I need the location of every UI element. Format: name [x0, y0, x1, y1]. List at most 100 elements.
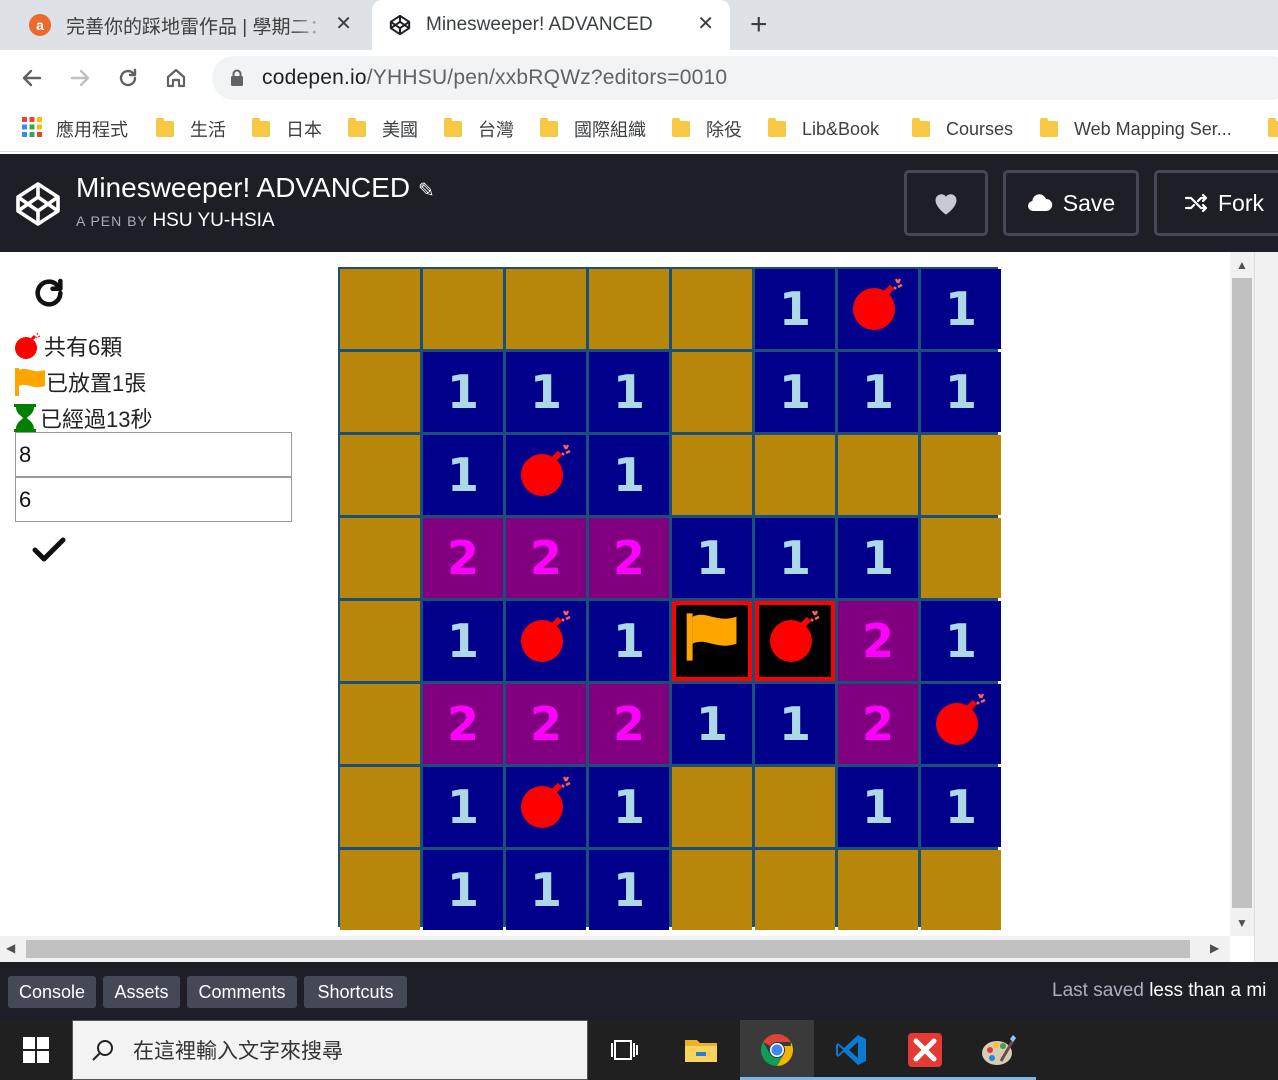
horizontal-scrollbar[interactable]: ◀ ▶ — [0, 936, 1230, 962]
board-cell-hidden[interactable] — [672, 435, 752, 515]
board-cell-number[interactable]: 1 — [589, 601, 669, 681]
board-cell-number[interactable]: 1 — [755, 269, 835, 349]
bookmark-folder[interactable]: 除役 — [672, 116, 742, 142]
board-cell-number[interactable]: 1 — [589, 767, 669, 847]
console-button[interactable]: Console — [8, 976, 96, 1008]
board-cell-hidden[interactable] — [672, 850, 752, 930]
tab-close-icon[interactable]: ✕ — [335, 14, 352, 34]
pen-author[interactable]: HSU YU-HSIA — [152, 210, 274, 231]
vscode-icon[interactable] — [814, 1020, 888, 1080]
board-cell-hidden[interactable] — [423, 269, 503, 349]
bookmark-overflow[interactable] — [1268, 116, 1278, 142]
home-icon[interactable] — [162, 64, 190, 92]
board-cell-number[interactable]: 1 — [838, 767, 918, 847]
new-tab-button[interactable]: + — [750, 8, 768, 42]
board-cell-hidden[interactable] — [506, 269, 586, 349]
bookmark-folder[interactable]: Courses — [912, 116, 1013, 142]
edit-pencil-icon[interactable]: ✎ — [418, 180, 435, 202]
address-bar[interactable]: codepen.io/YHHSU/pen/xxbRQWz?editors=001… — [212, 56, 1278, 100]
board-cell-hidden[interactable] — [340, 601, 420, 681]
board-cell-number[interactable]: 1 — [506, 352, 586, 432]
bookmark-folder[interactable]: 生活 — [156, 116, 226, 142]
pen-title[interactable]: Minesweeper! ADVANCED ✎ — [76, 172, 435, 204]
board-cell-hidden[interactable] — [921, 518, 1001, 598]
bookmark-folder[interactable]: 美國 — [348, 116, 418, 142]
board-cell-mine[interactable] — [838, 269, 918, 349]
board-cell-number[interactable]: 1 — [838, 352, 918, 432]
save-button[interactable]: Save — [1003, 170, 1139, 236]
board-cell-number[interactable]: 1 — [921, 767, 1001, 847]
board-cell-number[interactable]: 1 — [755, 684, 835, 764]
scroll-down-arrow-icon[interactable]: ▼ — [1236, 916, 1248, 930]
board-cell-hidden[interactable] — [340, 435, 420, 515]
board-cell-hidden[interactable] — [340, 850, 420, 930]
board-cell-hidden[interactable] — [340, 767, 420, 847]
board-cell-number[interactable]: 1 — [506, 850, 586, 930]
board-cell-hidden[interactable] — [755, 767, 835, 847]
board-cell-mine[interactable] — [506, 435, 586, 515]
scroll-left-arrow-icon[interactable]: ◀ — [6, 941, 15, 955]
board-cell-hidden[interactable] — [838, 850, 918, 930]
reload-icon[interactable] — [114, 64, 142, 92]
board-cell-mine[interactable] — [506, 767, 586, 847]
board-cell-number[interactable]: 2 — [589, 684, 669, 764]
board-cell-hidden[interactable] — [921, 435, 1001, 515]
board-cell-number[interactable]: 1 — [423, 435, 503, 515]
board-cell-number[interactable]: 1 — [423, 767, 503, 847]
board-cell-hidden[interactable] — [672, 352, 752, 432]
board-cell-number[interactable]: 1 — [672, 518, 752, 598]
board-cell-number[interactable]: 2 — [589, 518, 669, 598]
board-cell-flagged[interactable] — [672, 601, 752, 681]
scrollbar-thumb[interactable] — [1232, 278, 1252, 908]
board-cell-hidden[interactable] — [340, 684, 420, 764]
bookmark-folder[interactable]: 日本 — [252, 116, 322, 142]
board-cell-number[interactable]: 1 — [755, 352, 835, 432]
board-cell-number[interactable]: 1 — [755, 518, 835, 598]
restart-icon[interactable] — [32, 276, 66, 315]
resize-gutter[interactable] — [1254, 252, 1278, 962]
board-cell-mine[interactable] — [506, 601, 586, 681]
board-cell-hidden[interactable] — [755, 435, 835, 515]
file-explorer-icon[interactable] — [664, 1020, 738, 1080]
board-cell-number[interactable]: 1 — [921, 601, 1001, 681]
comments-button[interactable]: Comments — [187, 976, 297, 1008]
task-view-icon[interactable] — [588, 1020, 662, 1080]
board-cell-hidden[interactable] — [838, 435, 918, 515]
back-arrow-icon[interactable] — [18, 64, 46, 92]
taskbar-search-input[interactable]: 在這裡輸入文字來搜尋 — [72, 1020, 588, 1080]
board-cell-number[interactable]: 1 — [423, 352, 503, 432]
board-cell-number[interactable]: 2 — [838, 684, 918, 764]
board-cell-number[interactable]: 1 — [423, 601, 503, 681]
board-cell-number[interactable]: 2 — [423, 518, 503, 598]
board-cell-number[interactable]: 2 — [838, 601, 918, 681]
board-cell-number[interactable]: 1 — [589, 435, 669, 515]
bookmark-folder[interactable]: 台灣 — [444, 116, 514, 142]
tab-close-icon[interactable]: ✕ — [697, 14, 714, 34]
scroll-up-arrow-icon[interactable]: ▲ — [1236, 258, 1248, 272]
fork-button[interactable]: Fork — [1154, 170, 1278, 236]
like-button[interactable] — [904, 170, 988, 236]
tab-active[interactable]: Minesweeper! ADVANCED ✕ — [372, 0, 730, 50]
scrollbar-thumb[interactable] — [26, 940, 1190, 958]
board-cell-number[interactable]: 2 — [423, 684, 503, 764]
confirm-check-icon[interactable] — [32, 536, 66, 569]
board-cell-number[interactable]: 2 — [506, 518, 586, 598]
board-cell-hidden[interactable] — [755, 850, 835, 930]
board-cell-exploded-mine[interactable] — [755, 601, 835, 681]
board-cell-number[interactable]: 2 — [506, 684, 586, 764]
board-cell-hidden[interactable] — [340, 352, 420, 432]
board-cell-number[interactable]: 1 — [838, 518, 918, 598]
paint-icon[interactable] — [962, 1020, 1036, 1080]
board-cell-hidden[interactable] — [340, 518, 420, 598]
board-cell-number[interactable]: 1 — [672, 684, 752, 764]
board-cell-hidden[interactable] — [340, 269, 420, 349]
board-cell-number[interactable]: 1 — [589, 850, 669, 930]
board-cell-number[interactable]: 1 — [423, 850, 503, 930]
board-cell-number[interactable]: 1 — [921, 352, 1001, 432]
board-cell-hidden[interactable] — [672, 767, 752, 847]
lock-icon[interactable] — [230, 69, 244, 92]
tab-inactive[interactable]: a 完善你的踩地雷作品 | 學期二：Ja ✕ — [28, 0, 368, 50]
board-cell-number[interactable]: 1 — [921, 269, 1001, 349]
chrome-icon[interactable] — [740, 1020, 814, 1080]
forward-arrow-icon[interactable] — [66, 64, 94, 92]
